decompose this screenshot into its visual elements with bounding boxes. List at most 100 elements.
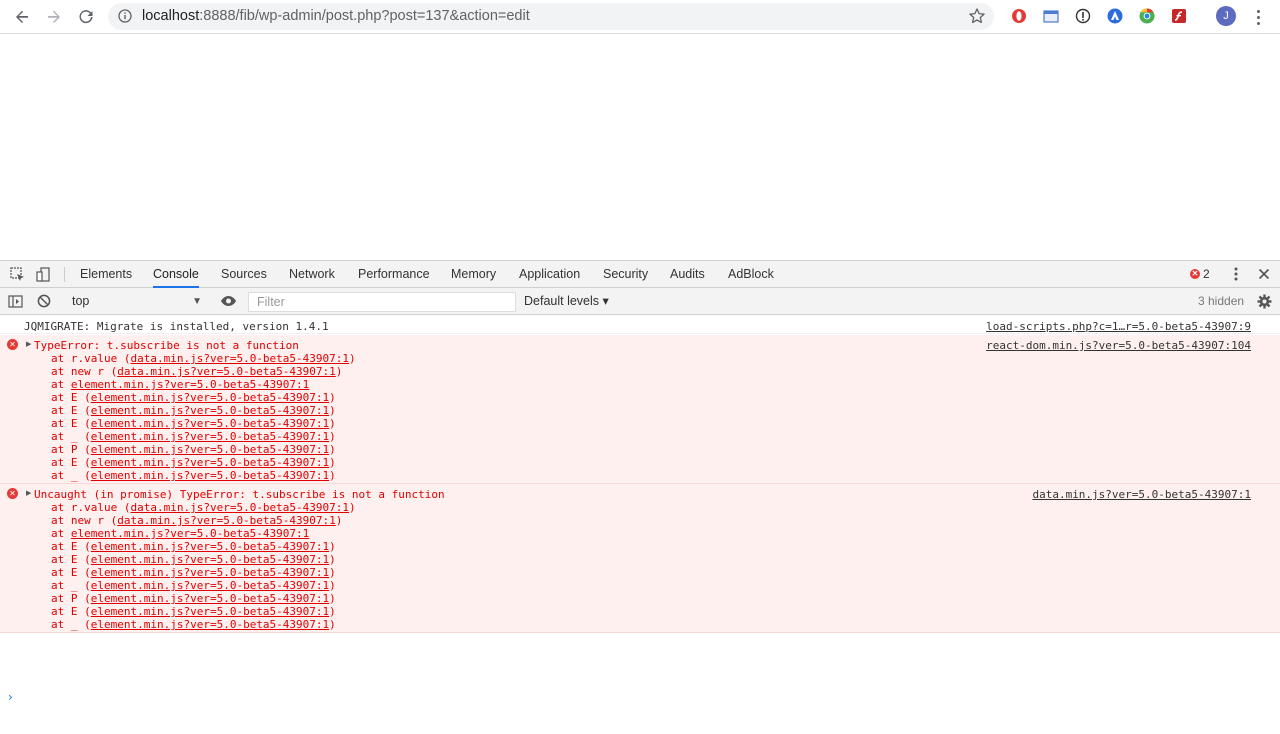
stack-frame-suffix: ) bbox=[329, 391, 336, 404]
tab-memory[interactable]: Memory bbox=[451, 261, 496, 288]
stack-frame-link[interactable]: element.min.js?ver=5.0-beta5-43907:1 bbox=[91, 404, 329, 417]
stack-frame-suffix: ) bbox=[329, 592, 336, 605]
stack-frame-link[interactable]: data.min.js?ver=5.0-beta5-43907:1 bbox=[130, 352, 349, 365]
filter-input[interactable]: Filter bbox=[248, 292, 516, 312]
tab-sources[interactable]: Sources bbox=[221, 261, 267, 288]
stack-frame-prefix: at _ ( bbox=[51, 430, 91, 443]
stack-frame-prefix: at bbox=[51, 378, 71, 391]
stack-frame-link[interactable]: element.min.js?ver=5.0-beta5-43907:1 bbox=[91, 553, 329, 566]
url-host: localhost bbox=[142, 8, 200, 24]
info-ext-icon[interactable] bbox=[1074, 7, 1092, 25]
context-selector[interactable]: top ▼ bbox=[66, 292, 206, 311]
stack-frame-prefix: at r.value ( bbox=[51, 501, 131, 514]
stack-frame-link[interactable]: element.min.js?ver=5.0-beta5-43907:1 bbox=[91, 469, 329, 482]
stack-frame-link[interactable]: element.min.js?ver=5.0-beta5-43907:1 bbox=[91, 605, 329, 618]
stack-frame: at _ (element.min.js?ver=5.0-beta5-43907… bbox=[51, 469, 356, 482]
stack-frame-prefix: at E ( bbox=[51, 553, 91, 566]
stack-frame-prefix: at E ( bbox=[51, 456, 91, 469]
stack-frame-prefix: at E ( bbox=[51, 605, 91, 618]
stack-frame-prefix: at _ ( bbox=[51, 579, 91, 592]
stack-trace: at r.value (data.min.js?ver=5.0-beta5-43… bbox=[51, 501, 356, 631]
opera-icon[interactable] bbox=[1010, 7, 1028, 25]
error-icon: ✕ bbox=[7, 488, 18, 499]
close-devtools-icon[interactable] bbox=[1255, 266, 1273, 282]
inspect-element-icon[interactable] bbox=[8, 266, 26, 282]
stack-frame-link[interactable]: element.min.js?ver=5.0-beta5-43907:1 bbox=[91, 566, 329, 579]
stack-frame-link[interactable]: data.min.js?ver=5.0-beta5-43907:1 bbox=[130, 501, 349, 514]
info-source-link[interactable]: load-scripts.php?c=1…r=5.0-beta5-43907:9 bbox=[986, 320, 1251, 333]
stack-frame: at _ (element.min.js?ver=5.0-beta5-43907… bbox=[51, 579, 356, 592]
error-counter[interactable]: ✕ 2 bbox=[1190, 267, 1210, 281]
stack-frame-link[interactable]: element.min.js?ver=5.0-beta5-43907:1 bbox=[71, 378, 309, 391]
tab-application[interactable]: Application bbox=[519, 261, 580, 288]
device-toolbar-icon[interactable] bbox=[34, 266, 52, 282]
stack-frame-prefix: at _ ( bbox=[51, 469, 91, 482]
tab-console[interactable]: Console bbox=[153, 261, 199, 288]
stack-frame-link[interactable]: element.min.js?ver=5.0-beta5-43907:1 bbox=[91, 618, 329, 631]
stack-frame-link[interactable]: data.min.js?ver=5.0-beta5-43907:1 bbox=[117, 365, 336, 378]
expand-triangle-icon[interactable]: ▶ bbox=[26, 489, 31, 497]
stack-frame-suffix: ) bbox=[329, 404, 336, 417]
context-value: top bbox=[72, 294, 90, 308]
back-icon[interactable] bbox=[10, 5, 34, 29]
stack-frame-prefix: at E ( bbox=[51, 391, 91, 404]
arrow-ext-icon[interactable] bbox=[1106, 7, 1124, 25]
stack-frame-suffix: ) bbox=[335, 514, 343, 527]
stack-frame: at E (element.min.js?ver=5.0-beta5-43907… bbox=[51, 456, 356, 469]
address-bar[interactable]: localhost:8888/fib/wp-admin/post.php?pos… bbox=[108, 3, 994, 30]
stack-frame: at E (element.min.js?ver=5.0-beta5-43907… bbox=[51, 540, 356, 553]
stack-frame-link[interactable]: element.min.js?ver=5.0-beta5-43907:1 bbox=[91, 540, 329, 553]
tab-network[interactable]: Network bbox=[289, 261, 335, 288]
stack-frame-link[interactable]: element.min.js?ver=5.0-beta5-43907:1 bbox=[71, 527, 309, 540]
settings-gear-icon[interactable] bbox=[1255, 293, 1273, 309]
stack-frame-suffix: ) bbox=[329, 456, 336, 469]
stack-frame-link[interactable]: data.min.js?ver=5.0-beta5-43907:1 bbox=[117, 514, 336, 527]
clear-console-icon[interactable] bbox=[35, 293, 53, 309]
stack-frame-link[interactable]: element.min.js?ver=5.0-beta5-43907:1 bbox=[91, 443, 329, 456]
stack-frame-link[interactable]: element.min.js?ver=5.0-beta5-43907:1 bbox=[91, 430, 329, 443]
eye-icon[interactable] bbox=[219, 293, 237, 309]
stack-frame-link[interactable]: element.min.js?ver=5.0-beta5-43907:1 bbox=[91, 391, 329, 404]
console-filter-bar: top ▼ Filter Default levels ▾ 3 hidden bbox=[0, 288, 1280, 315]
url-text[interactable]: localhost:8888/fib/wp-admin/post.php?pos… bbox=[142, 8, 530, 24]
stack-frame-prefix: at P ( bbox=[51, 443, 91, 456]
stack-frame-link[interactable]: element.min.js?ver=5.0-beta5-43907:1 bbox=[91, 417, 329, 430]
window-ext-icon[interactable] bbox=[1042, 7, 1060, 25]
chrome-menu-icon[interactable] bbox=[1250, 7, 1266, 27]
forward-icon[interactable] bbox=[42, 5, 66, 29]
stack-frame-suffix: ) bbox=[349, 501, 356, 514]
stack-frame: at P (element.min.js?ver=5.0-beta5-43907… bbox=[51, 443, 356, 456]
devtools-menu-icon[interactable] bbox=[1227, 266, 1245, 282]
stack-frame-suffix: ) bbox=[349, 352, 356, 365]
default-levels-dropdown[interactable]: Default levels ▾ bbox=[524, 292, 609, 311]
tab-elements[interactable]: Elements bbox=[80, 261, 132, 288]
avatar[interactable]: J bbox=[1216, 6, 1236, 26]
console-output: JQMIGRATE: Migrate is installed, version… bbox=[0, 315, 1280, 734]
tab-adblock[interactable]: AdBlock bbox=[728, 261, 774, 288]
expand-triangle-icon[interactable]: ▶ bbox=[26, 340, 31, 348]
stack-frame: at element.min.js?ver=5.0-beta5-43907:1 bbox=[51, 527, 356, 540]
stack-frame-link[interactable]: element.min.js?ver=5.0-beta5-43907:1 bbox=[91, 592, 329, 605]
reload-icon[interactable] bbox=[74, 5, 98, 29]
stack-frame: at E (element.min.js?ver=5.0-beta5-43907… bbox=[51, 566, 356, 579]
chrome-ext-icon[interactable] bbox=[1138, 7, 1156, 25]
tab-performance[interactable]: Performance bbox=[358, 261, 430, 288]
stack-frame: at E (element.min.js?ver=5.0-beta5-43907… bbox=[51, 391, 356, 404]
stack-frame-link[interactable]: element.min.js?ver=5.0-beta5-43907:1 bbox=[91, 579, 329, 592]
browser-toolbar: localhost:8888/fib/wp-admin/post.php?pos… bbox=[0, 0, 1280, 34]
bookmark-star-icon[interactable] bbox=[968, 7, 986, 30]
stack-frame-suffix: ) bbox=[329, 566, 336, 579]
console-error-message: ✕ ▶ TypeError: t.subscribe is not a func… bbox=[0, 335, 1280, 484]
flash-ext-icon[interactable] bbox=[1170, 7, 1188, 25]
tab-security[interactable]: Security bbox=[603, 261, 648, 288]
show-sidebar-icon[interactable] bbox=[6, 293, 24, 309]
chevron-down-icon: ▼ bbox=[192, 296, 202, 307]
stack-frame-link[interactable]: element.min.js?ver=5.0-beta5-43907:1 bbox=[91, 456, 329, 469]
tab-audits[interactable]: Audits bbox=[670, 261, 705, 288]
console-prompt[interactable]: › bbox=[8, 690, 13, 704]
error-icon: ✕ bbox=[1190, 269, 1200, 279]
site-info-icon[interactable] bbox=[118, 9, 132, 28]
error-source-link[interactable]: data.min.js?ver=5.0-beta5-43907:1 bbox=[1032, 488, 1251, 501]
error-source-link[interactable]: react-dom.min.js?ver=5.0-beta5-43907:104 bbox=[986, 339, 1251, 352]
devtools-tab-bar: Elements Console Sources Network Perform… bbox=[0, 261, 1280, 288]
